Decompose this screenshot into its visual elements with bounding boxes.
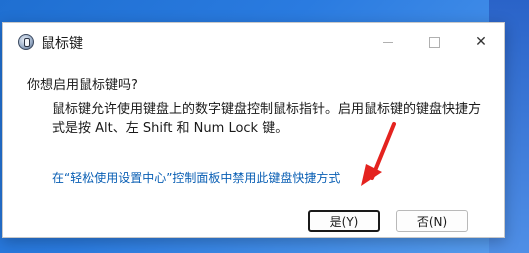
mouse-keys-icon [18, 34, 34, 50]
maximize-button[interactable] [411, 23, 457, 61]
yes-button[interactable]: 是(Y) [308, 210, 380, 232]
question-text: 你想启用鼠标键吗? [27, 78, 138, 93]
maximize-icon [428, 36, 440, 48]
close-button[interactable]: ✕ [458, 23, 504, 61]
mouse-keys-dialog: 鼠标键 ✕ 你想启用鼠标键吗? 鼠标键允许使用键盘上的数字键盘控制鼠标指针。启用… [2, 22, 505, 238]
disable-shortcut-link[interactable]: 在“轻松使用设置中心”控制面板中禁用此键盘快捷方式 [52, 169, 340, 186]
no-button[interactable]: 否(N) [396, 210, 468, 232]
close-icon: ✕ [475, 34, 487, 50]
description-text: 鼠标键允许使用键盘上的数字键盘控制鼠标指针。启用鼠标键的键盘快捷方式是按 Alt… [52, 102, 482, 136]
minimize-icon [383, 41, 393, 43]
dialog-title: 鼠标键 [41, 36, 83, 52]
minimize-button[interactable] [365, 23, 411, 61]
title-bar: 鼠标键 ✕ [3, 23, 504, 61]
